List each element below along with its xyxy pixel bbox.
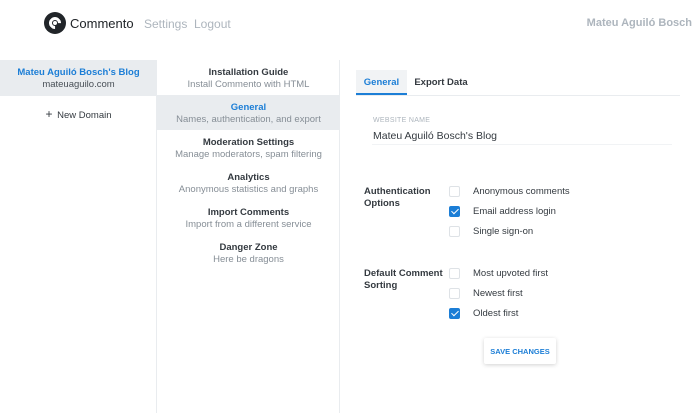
email-login-checkbox[interactable] — [449, 206, 460, 217]
newest-first-checkbox[interactable] — [449, 288, 460, 299]
oldest-first-checkbox[interactable] — [449, 308, 460, 319]
group-label-line: Default Comment — [364, 268, 443, 279]
menu-item-title: Danger Zone — [219, 242, 278, 253]
menu-item-subtitle: Install Commento with HTML — [187, 79, 310, 90]
tab-export-data[interactable]: Export Data — [411, 70, 471, 95]
website-name-input[interactable] — [372, 128, 672, 145]
menu-item-title: Installation Guide — [208, 67, 289, 78]
domain-item[interactable]: Mateu Aguiló Bosch's Blog mateuaguilo.co… — [0, 60, 157, 96]
menu-item-subtitle: Names, authentication, and export — [176, 114, 321, 125]
content-tabs: General Export Data — [356, 70, 680, 96]
group-label-line: Options — [364, 198, 400, 209]
menu-item-subtitle: Manage moderators, spam filtering — [175, 149, 322, 160]
domain-name: Mateu Aguiló Bosch's Blog — [17, 67, 140, 78]
website-name-label: Website Name — [373, 117, 431, 124]
new-domain-label: New Domain — [57, 110, 112, 121]
top-navbar: Commento Settings Logout Mateu Aguiló Bo… — [0, 0, 700, 50]
menu-item-subtitle: Here be dragons — [213, 254, 284, 265]
option-label: Newest first — [473, 288, 523, 299]
menu-item-moderation-settings[interactable]: Moderation Settings Manage moderators, s… — [157, 130, 340, 165]
menu-item-title: Moderation Settings — [202, 137, 295, 148]
menu-item-analytics[interactable]: Analytics Anonymous statistics and graph… — [157, 165, 340, 200]
save-changes-button[interactable]: Save Changes — [484, 338, 556, 364]
menu-item-installation-guide[interactable]: Installation Guide Install Commento with… — [157, 60, 340, 95]
user-name: Mateu Aguiló Bosch — [586, 17, 692, 29]
option-label: Anonymous comments — [473, 186, 570, 197]
domain-url: mateuaguilo.com — [42, 79, 115, 90]
menu-item-title: General — [230, 102, 267, 113]
menu-item-title: Import Comments — [207, 207, 290, 218]
menu-item-general[interactable]: General Names, authentication, and expor… — [157, 95, 340, 130]
default-sorting-label: Default Comment Sorting — [364, 268, 443, 292]
single-sign-on-checkbox[interactable] — [449, 226, 460, 237]
commento-logo-icon[interactable] — [44, 12, 66, 34]
option-label: Email address login — [473, 206, 556, 217]
menu-item-subtitle: Import from a different service — [185, 219, 312, 230]
menu-item-import-comments[interactable]: Import Comments Import from a different … — [157, 200, 340, 235]
anonymous-comments-checkbox[interactable] — [449, 186, 460, 197]
settings-link[interactable]: Settings — [144, 17, 187, 31]
option-label: Most upvoted first — [473, 268, 548, 279]
menu-item-danger-zone[interactable]: Danger Zone Here be dragons — [157, 235, 340, 270]
domains-sidebar: Mateu Aguiló Bosch's Blog mateuaguilo.co… — [0, 60, 157, 413]
option-label: Oldest first — [473, 308, 519, 319]
brand-name[interactable]: Commento — [70, 16, 134, 31]
most-upvoted-checkbox[interactable] — [449, 268, 460, 279]
new-domain-button[interactable]: + New Domain — [0, 107, 157, 121]
menu-item-subtitle: Anonymous statistics and graphs — [178, 184, 319, 195]
settings-menu: Installation Guide Install Commento with… — [157, 60, 340, 413]
plus-icon: + — [45, 107, 53, 121]
menu-item-title: Analytics — [227, 172, 270, 183]
authentication-options-label: Authentication Options — [364, 186, 431, 210]
logout-link[interactable]: Logout — [194, 17, 231, 31]
group-label-line: Authentication — [364, 186, 431, 197]
group-label-line: Sorting — [364, 280, 398, 291]
option-label: Single sign-on — [473, 226, 534, 237]
tab-general[interactable]: General — [356, 70, 407, 95]
